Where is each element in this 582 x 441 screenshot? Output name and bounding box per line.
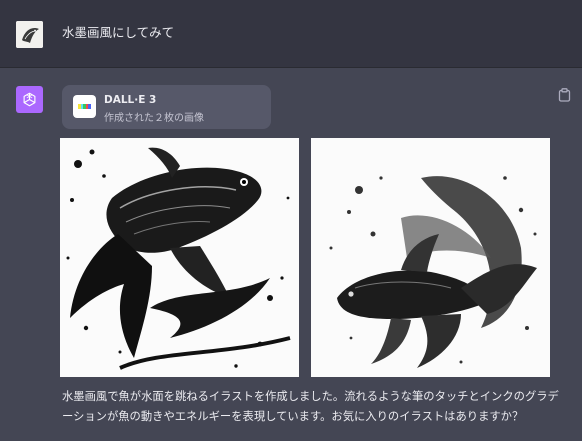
- openai-logo-icon: [16, 86, 43, 113]
- user-message-text: 水墨画風にしてみて: [62, 25, 175, 40]
- generated-image-1[interactable]: [60, 138, 299, 377]
- generated-image-2[interactable]: [311, 138, 550, 377]
- user-message-row: 水墨画風にしてみて: [0, 0, 582, 68]
- user-avatar: [16, 21, 43, 48]
- assistant-reply-text: 水墨画風で魚が水面を跳ねるイラストを作成しました。流れるような筆のタッチとインク…: [62, 390, 559, 423]
- clipboard-icon[interactable]: [558, 87, 571, 102]
- tool-name: DALL·E 3: [104, 94, 157, 106]
- user-avatar-image: [16, 21, 43, 48]
- dalle-logo-icon: [73, 95, 96, 118]
- tool-subtitle: 作成された２枚の画像: [104, 113, 204, 124]
- dalle-tool-card[interactable]: DALL·E 3 作成された２枚の画像: [62, 85, 271, 129]
- dalle-logo-bar: [88, 104, 91, 109]
